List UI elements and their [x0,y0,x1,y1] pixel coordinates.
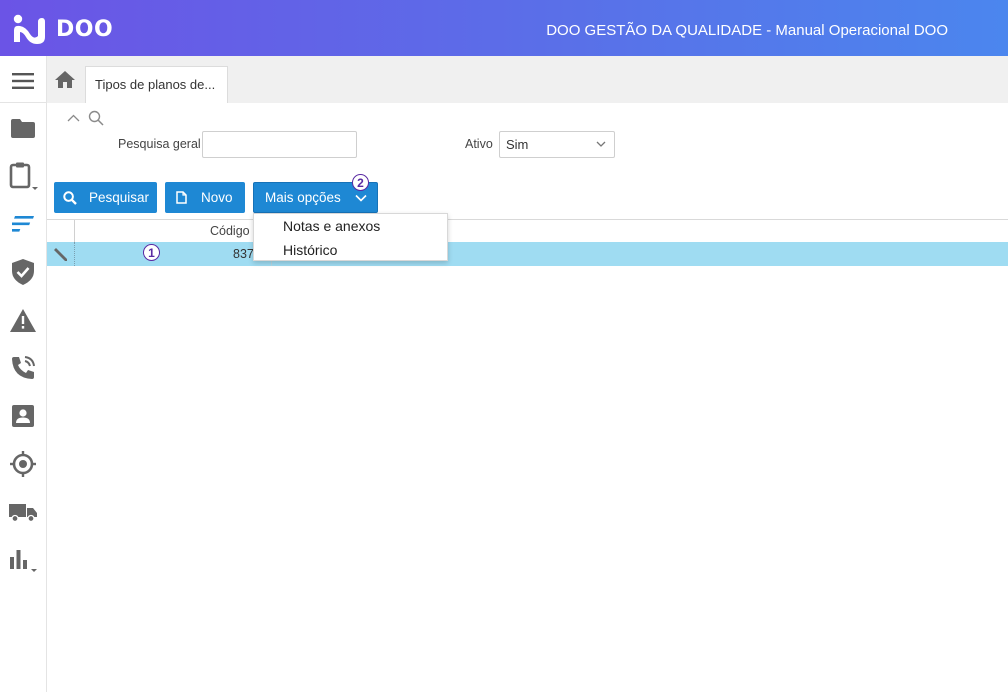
sidebar-item-indicators[interactable] [0,537,46,583]
sidebar-item-service[interactable] [0,345,46,391]
sidebar-item-people[interactable] [0,393,46,439]
new-button[interactable]: Novo [165,182,245,213]
app-title: DOO GESTÃO DA QUALIDADE - Manual Operaci… [546,22,948,39]
step-badge-2: 2 [352,174,369,191]
top-bar: DOO DOO GESTÃO DA QUALIDADE - Manual Ope… [0,0,1008,56]
active-label: Ativo [465,137,493,151]
phone-icon [12,356,35,379]
more-options-menu: Notas e anexos Histórico [253,213,448,261]
search-icon [88,110,104,126]
clipboard-icon [9,162,38,190]
home-icon [55,71,75,88]
folder-icon [11,118,35,138]
sidebar-item-documents[interactable] [0,105,46,151]
chevron-up-icon [67,114,80,122]
sidebar-item-quality[interactable] [0,249,46,295]
shield-check-icon [12,259,34,285]
active-select-value: Sim [506,137,529,152]
tab-action-plan-types[interactable]: Tipos de planos de... [85,66,228,103]
search-button-label: Pesquisar [89,190,150,205]
sidebar-menu-toggle[interactable] [0,58,46,104]
edit-row-button[interactable] [47,242,74,266]
search-icon [63,190,77,205]
app-logo[interactable]: DOO [12,14,113,44]
sidebar-item-suppliers[interactable] [0,489,46,535]
list-lines-icon [12,216,34,232]
filter-toggle[interactable] [67,110,107,128]
contact-card-icon [12,405,34,427]
grid-header: Código [47,219,1008,242]
pencil-icon [54,248,67,261]
search-button[interactable]: Pesquisar [54,182,157,213]
menu-item-history[interactable]: Histórico [283,242,337,258]
menu-item-notes-attachments[interactable]: Notas e anexos [283,218,380,234]
sidebar [0,56,47,692]
doo-logo-icon [13,14,45,44]
warning-icon [10,308,36,332]
search-label: Pesquisa geral [118,137,201,151]
grid-column-divider [74,220,75,242]
chevron-down-icon [596,141,606,147]
sidebar-item-occurrences[interactable] [0,297,46,343]
hamburger-menu-icon [12,73,34,89]
sidebar-item-tasks[interactable] [0,153,46,199]
target-icon [10,451,36,477]
grid-column-divider [74,242,76,266]
sidebar-item-goals[interactable] [0,441,46,487]
column-header-code[interactable]: Código [210,224,250,238]
truck-icon [9,504,37,522]
row-code-cell: 837 [233,247,254,261]
bar-chart-icon [10,550,37,572]
more-options-label: Mais opções [265,190,341,205]
sidebar-item-action-plans[interactable] [0,201,46,247]
logo-text: DOO [56,16,114,42]
chevron-down-icon [355,194,367,202]
step-badge-1: 1 [143,244,160,261]
new-button-label: Novo [201,190,233,205]
home-button[interactable] [47,56,83,103]
file-icon [176,191,187,204]
tab-bar: Tipos de planos de... [47,56,1008,103]
sidebar-divider [0,102,46,103]
active-select[interactable]: Sim [499,131,615,158]
table-row[interactable]: 837 [47,242,1008,266]
search-input[interactable] [202,131,357,158]
